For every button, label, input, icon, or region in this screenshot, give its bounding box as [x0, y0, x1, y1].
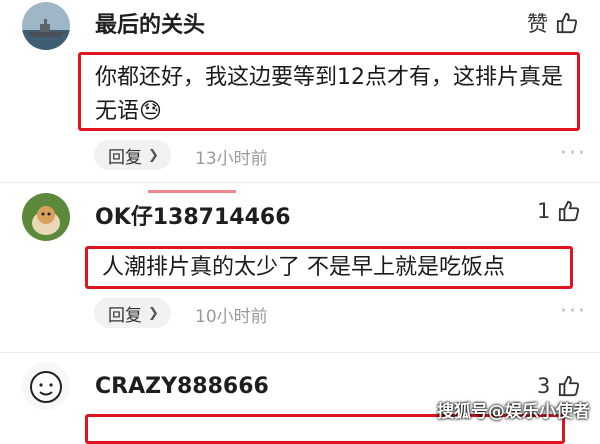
like-button[interactable]: 3 — [537, 374, 580, 398]
thumbs-up-icon — [556, 12, 578, 34]
comment-text: 你都还好，我这边要等到12点才有，这排片真是无语😓 — [78, 52, 580, 131]
comment-text: 人潮排片真的太少了 不是早上就是吃饭点 — [85, 246, 573, 289]
like-count: 3 — [537, 374, 551, 398]
cartoon-face-avatar[interactable] — [22, 362, 70, 410]
more-dots-icon[interactable]: ··· — [560, 141, 587, 166]
like-count: 赞 — [527, 12, 548, 36]
highlight-underline — [148, 190, 236, 193]
warship-avatar[interactable] — [22, 2, 70, 50]
watermark: 搜狐号@娱乐小使者 — [437, 402, 590, 422]
chevron-right-icon: ❯ — [148, 147, 159, 163]
divider — [0, 182, 600, 183]
thumbs-up-icon — [558, 375, 580, 397]
like-button[interactable]: 赞 — [527, 8, 578, 38]
thumbs-up-icon — [558, 200, 580, 222]
timestamp: 10小时前 — [195, 307, 268, 327]
reply-label: 回复 — [108, 305, 142, 326]
username[interactable]: CRAZY888666 — [95, 374, 269, 399]
like-button[interactable]: 1 — [537, 199, 580, 223]
dog-avatar[interactable] — [22, 193, 70, 241]
reply-button[interactable]: 回复 ❯ — [94, 298, 171, 328]
username[interactable]: 最后的关头 — [95, 7, 205, 39]
reply-button[interactable]: 回复 ❯ — [94, 140, 171, 170]
more-dots-icon[interactable]: ··· — [560, 299, 587, 324]
username[interactable]: OK仔138714466 — [95, 199, 291, 231]
like-count: 1 — [537, 199, 551, 223]
chevron-right-icon: ❯ — [148, 305, 159, 321]
timestamp: 13小时前 — [195, 149, 268, 169]
reply-label: 回复 — [108, 147, 142, 168]
divider — [0, 352, 600, 353]
